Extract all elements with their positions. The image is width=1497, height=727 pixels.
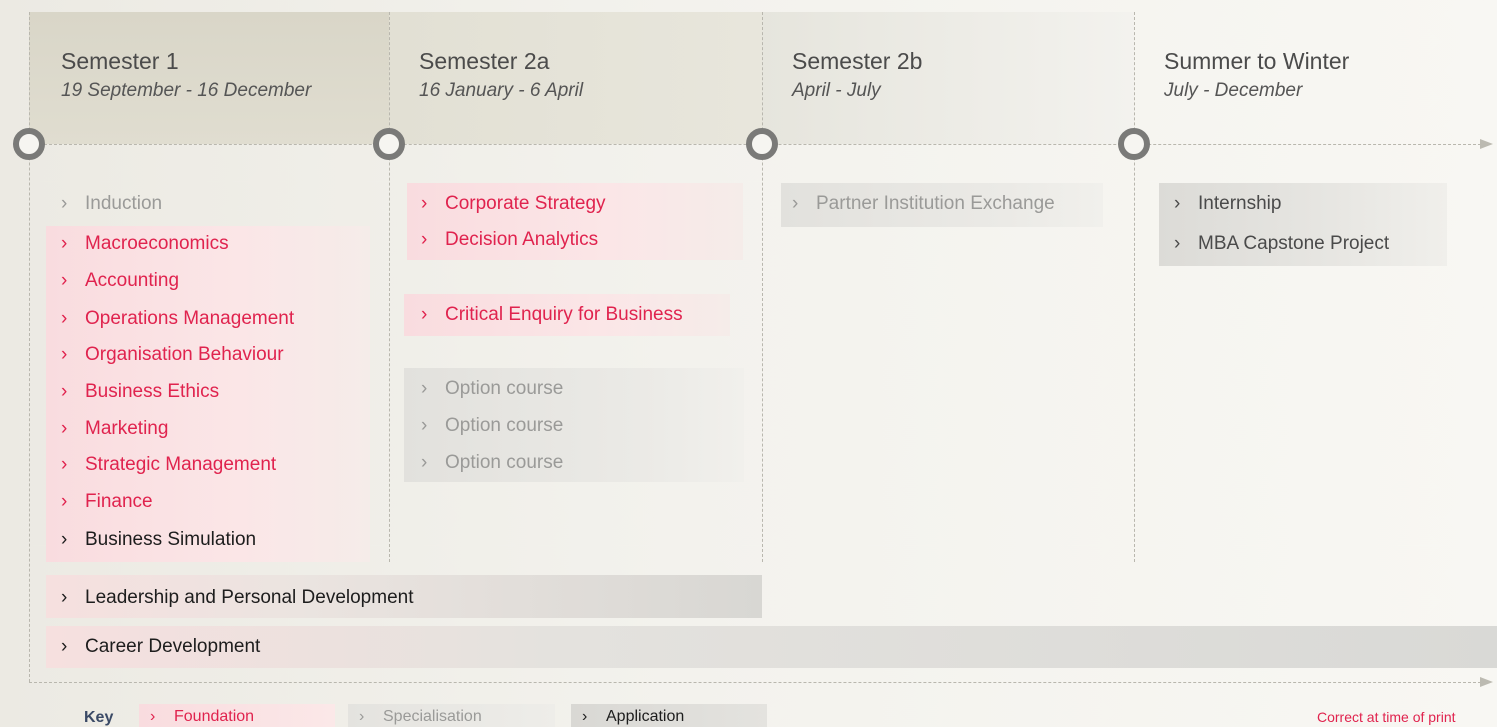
timeline-node-1 xyxy=(13,128,45,160)
bottom-arrow-icon xyxy=(1480,677,1493,687)
summer-to-winter-dates: July - December xyxy=(1164,80,1303,101)
print-note: Correct at time of print xyxy=(1317,709,1456,725)
option-course-2: › Option course xyxy=(421,415,564,436)
column-divider-3 xyxy=(1134,12,1135,562)
semester-1-dates: 19 September - 16 December xyxy=(61,80,312,101)
course-operations-management: › Operations Management xyxy=(61,308,295,329)
option-course-1: › Option course xyxy=(421,378,564,399)
course-induction: › Induction xyxy=(61,193,163,214)
course-marketing: › Marketing xyxy=(61,418,169,439)
semester-1-title: Semester 1 xyxy=(61,48,179,74)
course-business-simulation: › Business Simulation xyxy=(61,529,257,550)
course-internship: › Internship xyxy=(1174,193,1282,214)
course-career-development: › Career Development xyxy=(61,636,261,657)
timeline-arrow-icon xyxy=(1480,139,1493,149)
course-mba-capstone: › MBA Capstone Project xyxy=(1174,233,1390,254)
left-border-line xyxy=(29,12,30,682)
semester-2b-dates: April - July xyxy=(792,80,881,101)
key-foundation: › Foundation xyxy=(139,704,335,727)
career-bar xyxy=(46,626,1497,668)
course-leadership-personal-development: › Leadership and Personal Development xyxy=(61,587,414,608)
key-label: Key xyxy=(84,709,114,726)
semester-2b-header-band xyxy=(762,12,1134,144)
timeline-node-4 xyxy=(1118,128,1150,160)
course-accounting: › Accounting xyxy=(61,270,180,291)
semester-2a-header-band xyxy=(389,12,762,144)
course-organisation-behaviour: › Organisation Behaviour xyxy=(61,344,284,365)
option-course-3: › Option course xyxy=(421,452,564,473)
course-decision-analytics: › Decision Analytics xyxy=(421,229,599,250)
timeline-node-3 xyxy=(746,128,778,160)
course-strategic-management: › Strategic Management xyxy=(61,454,277,475)
course-corporate-strategy: › Corporate Strategy xyxy=(421,193,606,214)
course-macroeconomics: › Macroeconomics xyxy=(61,233,229,254)
semester-2b-title: Semester 2b xyxy=(792,48,923,74)
summer-to-winter-title: Summer to Winter xyxy=(1164,48,1350,74)
semester-1-header-band xyxy=(29,12,389,144)
bottom-line xyxy=(29,682,1481,683)
semester-2a-dates: 16 January - 6 April xyxy=(419,80,584,101)
column-divider-1 xyxy=(389,12,390,562)
course-partner-exchange: › Partner Institution Exchange xyxy=(792,193,1055,214)
course-critical-enquiry: › Critical Enquiry for Business xyxy=(421,304,683,325)
timeline-node-2 xyxy=(373,128,405,160)
key-specialisation: › Specialisation xyxy=(348,704,555,727)
column-divider-2 xyxy=(762,12,763,562)
course-business-ethics: › Business Ethics xyxy=(61,381,220,402)
key-application: › Application xyxy=(571,704,767,727)
semester-2a-title: Semester 2a xyxy=(419,48,550,74)
course-finance: › Finance xyxy=(61,491,153,512)
